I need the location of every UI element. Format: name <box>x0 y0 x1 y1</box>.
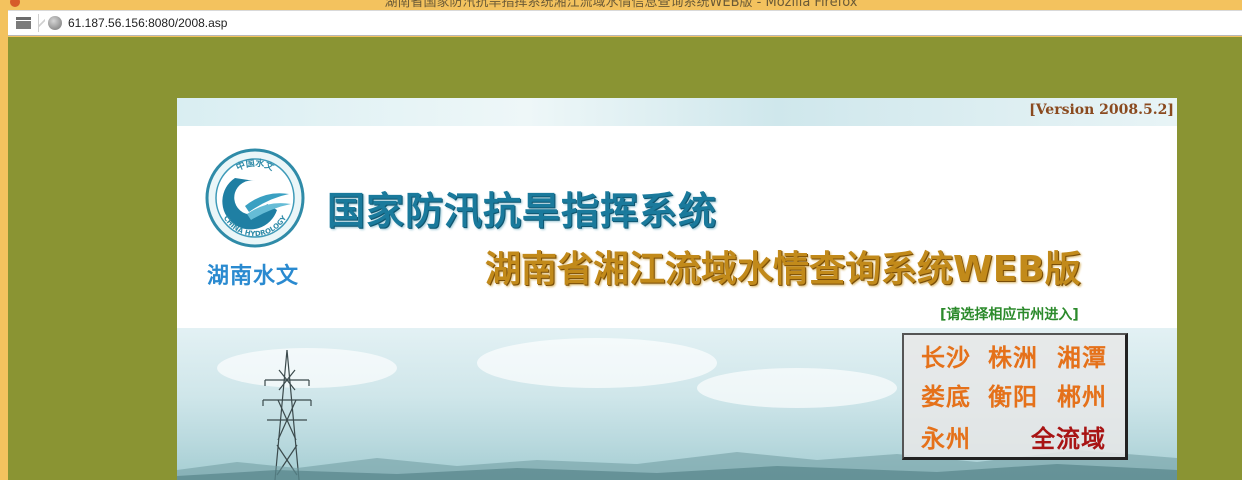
window-title: 湖南省国家防汛抗旱指挥系统湘江流域水情信息查询系统WEB版 - Mozilla … <box>384 0 858 8</box>
city-link-whole-basin[interactable]: 全流域 <box>1031 419 1106 454</box>
main-panel: [Version 2008.5.2] 中国水文 CHINA HYDROLOGY … <box>177 98 1177 480</box>
city-link-yongzhou[interactable]: 永州 <box>921 419 971 454</box>
address-bar[interactable]: 61.187.56.156:8080/2008.asp <box>8 10 1242 36</box>
system-title: 国家防汛抗旱指挥系统 <box>327 189 718 233</box>
window-titlebar: 湖南省国家防汛抗旱指挥系统湘江流域水情信息查询系统WEB版 - Mozilla … <box>0 0 1242 8</box>
url-text[interactable]: 61.187.56.156:8080/2008.asp <box>68 16 227 30</box>
globe-icon[interactable] <box>48 16 62 30</box>
china-hydrology-logo: 中国水文 CHINA HYDROLOGY <box>205 148 305 248</box>
window-frame-left <box>0 36 8 480</box>
city-link-chenzhou[interactable]: 郴州 <box>1057 377 1107 412</box>
toolbar-chevron <box>39 14 45 32</box>
city-link-changsha[interactable]: 长沙 <box>921 338 971 373</box>
city-link-xiangtan[interactable]: 湘潭 <box>1057 338 1107 373</box>
logo-caption: 湖南水文 <box>207 264 300 289</box>
page-background: [Version 2008.5.2] 中国水文 CHINA HYDROLOGY … <box>8 37 1242 480</box>
select-city-prompt: [请选择相应市州进入] <box>940 307 1079 323</box>
system-subtitle: 湖南省湘江流域水情查询系统WEB版 <box>485 249 1081 290</box>
tab-list-icon[interactable] <box>16 17 31 29</box>
version-label: [Version 2008.5.2] <box>1029 102 1174 118</box>
sky-banner-top <box>177 98 1177 126</box>
city-link-zhuzhou[interactable]: 株洲 <box>988 338 1038 373</box>
city-link-loudi[interactable]: 娄底 <box>921 377 971 412</box>
city-selector: 长沙 株洲 湘潭 娄底 衡阳 郴州 永州 全流域 <box>902 333 1128 460</box>
city-link-hengyang[interactable]: 衡阳 <box>988 377 1038 412</box>
